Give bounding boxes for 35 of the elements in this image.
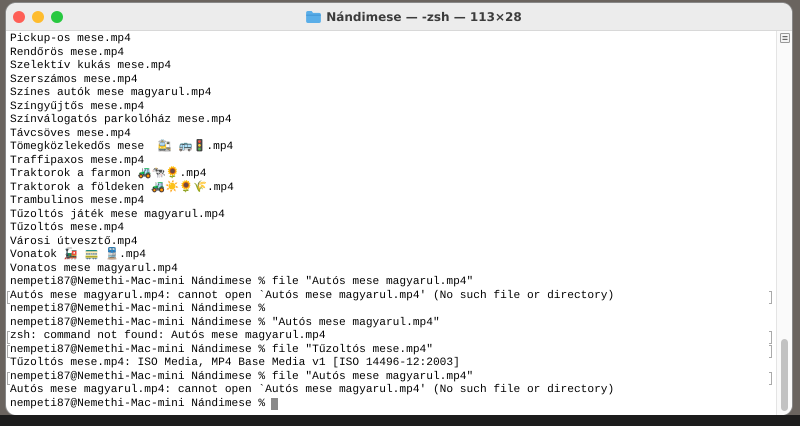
terminal-line: nempeti87@Nemethi-Mac-mini Nándimese % file "Tűzoltós mese.mp4" [10, 344, 433, 356]
terminal-line: Traktorok a földeken 🚜☀🌻🌾.mp4 [10, 182, 234, 194]
terminal-line: Autós mese magyarul.mp4: cannot open `Autós mese magyarul.mp4' (No such file or directory) [10, 384, 614, 398]
terminal-line: nempeti87@Nemethi-Mac-mini Nándimese % file "Autós mese magyarul.mp4" [10, 276, 474, 290]
terminal-line: Színválogatós parkolóház mese.mp4 [10, 114, 232, 128]
terminal-line: nempeti87@Nemethi-Mac-mini Nándimese % [10, 398, 266, 411]
terminal-line: Pickup-os mese.mp4 [10, 33, 131, 46]
minimize-button[interactable] [32, 10, 44, 22]
terminal-line: nempeti87@Nemethi-Mac-mini Nándimese % [10, 303, 266, 316]
terminal-line: Városi útvesztő.mp4 [10, 236, 138, 248]
terminal-line: Tűzoltós játék mese magyarul.mp4 [10, 208, 225, 222]
zoom-button[interactable] [51, 10, 63, 22]
terminal-line: Autós mese magyarul.mp4: cannot open `Autós mese magyarul.mp4' (No such file or directory) [10, 290, 614, 302]
terminal-line: Trambulinos mese.mp4 [10, 195, 144, 208]
terminal-line: Színgyűjtős mese.mp4 [10, 100, 144, 114]
terminal-line: Tűzoltós mese.mp4 [10, 222, 124, 236]
scrollbar-thumb[interactable] [781, 339, 788, 411]
split-pane-icon[interactable] [780, 33, 790, 43]
folder-icon [306, 10, 322, 22]
terminal-line: Traktorok a farmon 🚜🐄🌻.mp4 [10, 168, 206, 180]
window-title: Nándimese — -zsh — 113×28 [326, 10, 522, 24]
terminal-line: zsh: command not found: Autós mese magyarul.mp4 [10, 330, 326, 344]
terminal-line: Vonatos mese magyarul.mp4 [10, 262, 178, 276]
terminal-line: Traffipaxos mese.mp4 [10, 154, 144, 166]
terminal-line: nempeti87@Nemethi-Mac-mini Nándimese % file "Autós mese magyarul.mp4" [10, 370, 474, 384]
terminal-line: Távcsöves mese.mp4 [10, 128, 131, 140]
terminal-line: Szelektív kukás mese.mp4 [10, 60, 172, 74]
terminal-line: Szerszámos mese.mp4 [10, 74, 138, 86]
terminal-line: nempeti87@Nemethi-Mac-mini Nándimese % "Autós mese magyarul.mp4" [10, 316, 440, 330]
terminal-line: Tömegközlekedős mese 🚉 🚌🚦.mp4 [10, 141, 234, 154]
terminal-line: Tűzoltós mese.mp4: ISO Media, MP4 Base Media v1 [ISO 14496-12:2003] [10, 357, 460, 370]
terminal-line: Rendőrös mese.mp4 [10, 46, 124, 60]
terminal-line: Vonatok 🚂 🚃 🚆.mp4 [10, 249, 146, 262]
close-button[interactable] [13, 10, 25, 22]
terminal-line: Színes autók mese magyarul.mp4 [10, 87, 212, 100]
